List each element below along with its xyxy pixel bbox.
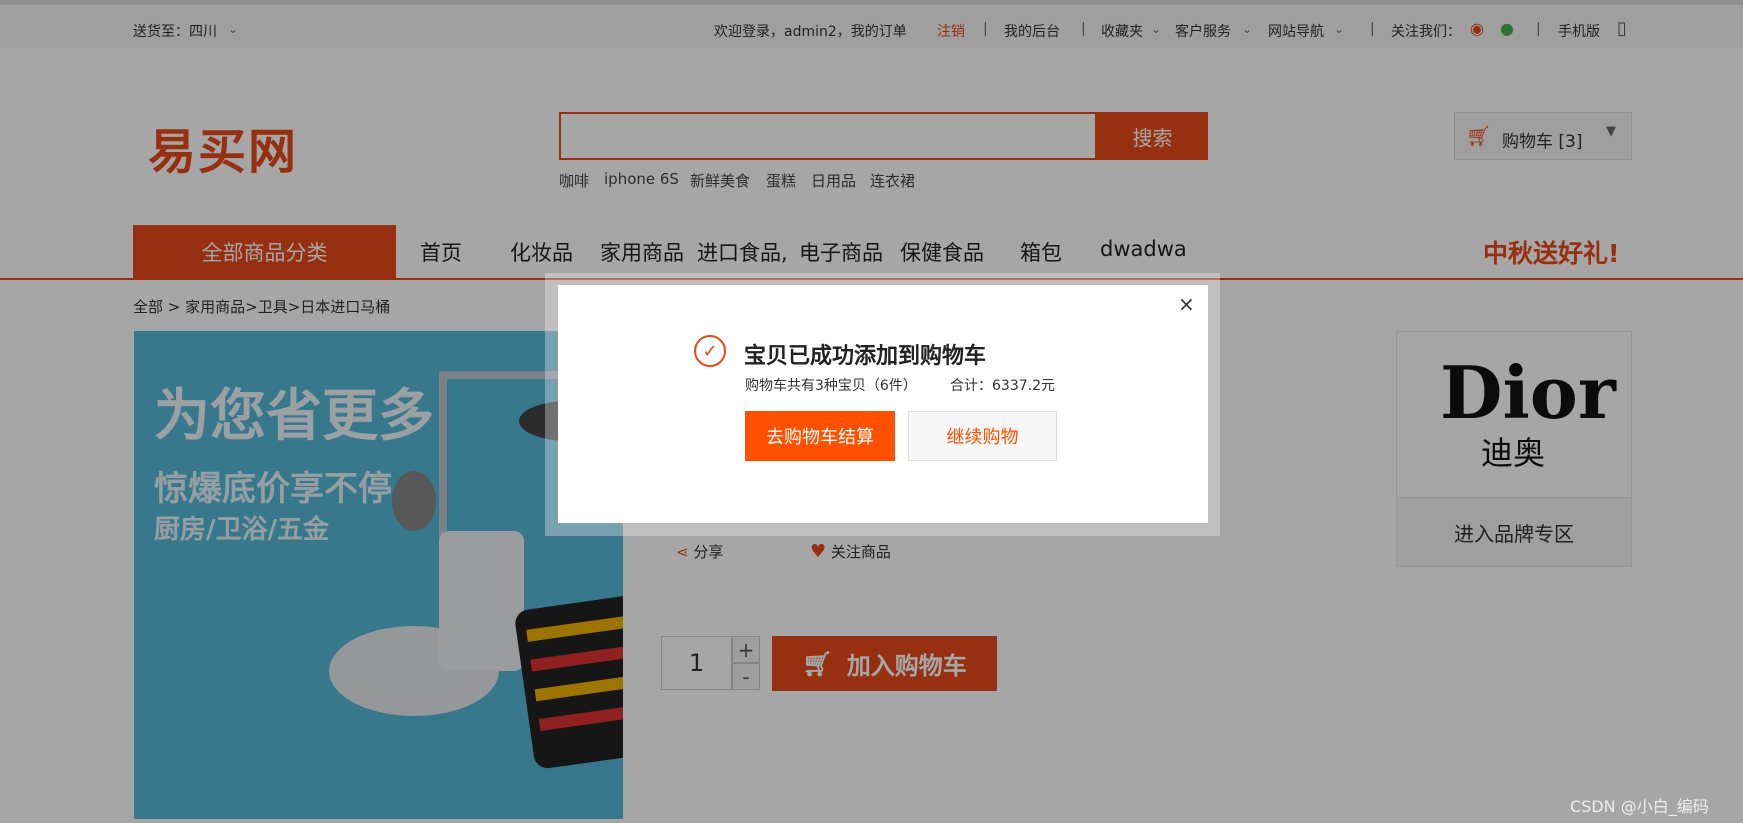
dialog-title: 宝贝已成功添加到购物车 <box>744 344 987 369</box>
check-icon: ✓ <box>694 335 726 367</box>
close-icon[interactable]: × <box>1178 292 1195 316</box>
add-to-cart-dialog <box>558 285 1208 523</box>
watermark: CSDN @小白_编码 <box>1570 797 1709 816</box>
cart-total: 合计：6337.2元 <box>950 378 1055 394</box>
checkout-button[interactable]: 去购物车结算 <box>745 411 895 461</box>
continue-shopping-button[interactable]: 继续购物 <box>908 411 1057 461</box>
cart-summary: 购物车共有3种宝贝（6件） <box>745 378 917 394</box>
